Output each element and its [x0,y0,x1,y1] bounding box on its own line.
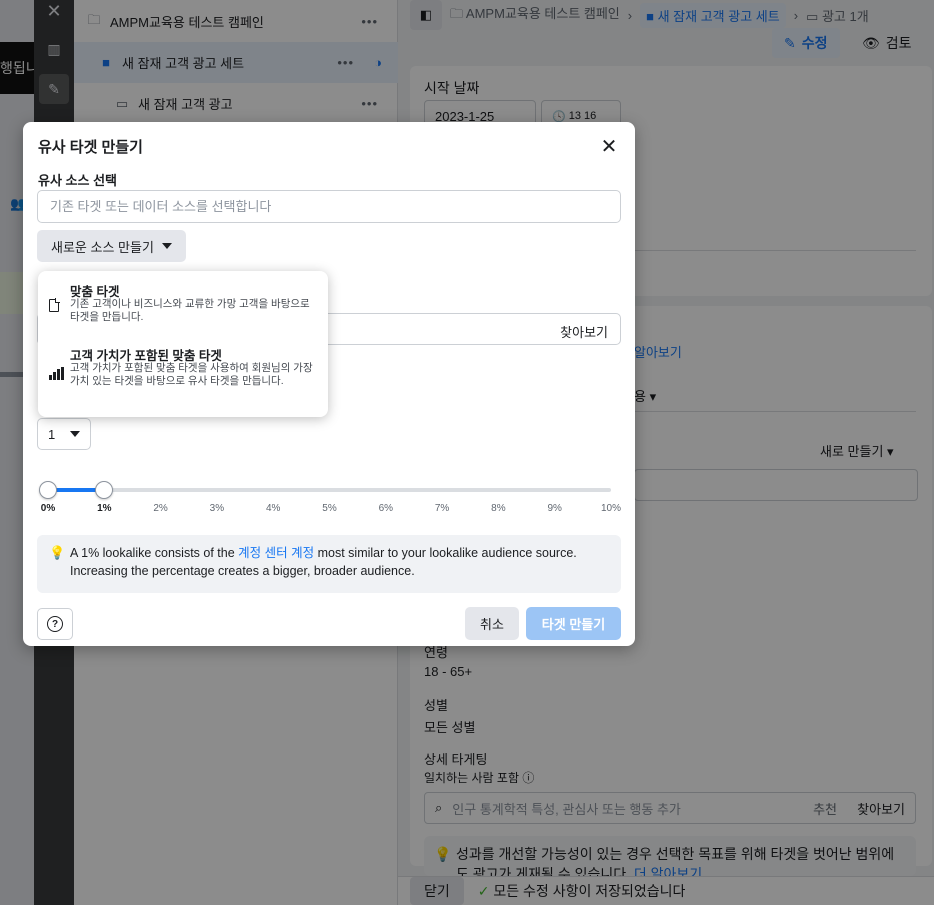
slider-thumb-end[interactable] [95,481,114,499]
source-input[interactable] [37,190,621,223]
slider-ticks: 0% 1% 2% 3% 4% 5% 6% 7% 8% 9% 10% [41,503,621,517]
slider-tick-label: 10% [600,503,622,514]
info-box: 💡 A 1% lookalike consists of the 계정 센터 계… [37,535,621,593]
slider-tick-label: 4% [265,503,281,514]
bar-chart-icon [49,367,64,380]
slider-tick-label: 6% [378,503,394,514]
document-icon [49,298,60,312]
slider-tick-label: 1% [97,503,112,514]
slider-tick-label: 8% [491,503,506,514]
slider-tick-label: 2% [153,503,168,514]
accounts-center-link[interactable]: 계정 센터 계정 [238,546,314,560]
slider-tick-label: 3% [209,503,225,514]
help-button[interactable]: ? [37,608,73,640]
cancel-button[interactable]: 취소 [465,607,519,640]
menu-item-value-audience[interactable]: 고객 가치가 포함된 맞춤 타겟 고객 가치가 포함된 맞춤 타겟을 사용하여 … [38,343,328,409]
new-source-label: 새로운 소스 만들기 [51,239,154,255]
slider-track [48,488,611,492]
question-icon: ? [47,616,63,632]
audience-count-select[interactable]: 1 [37,418,91,450]
new-source-menu: 맞춤 타겟 기존 고객이나 비즈니스와 교류한 가망 고객을 바탕으로 타겟을 … [38,271,328,417]
slider-tick-label: 9% [547,503,562,514]
slider-tick-label: 5% [322,503,337,514]
menu-item-description: 고객 가치가 포함된 맞춤 타겟을 사용하여 회원님의 가장 가치 있는 타겟을… [70,362,313,387]
location-browse-button[interactable]: 찾아보기 [560,322,608,341]
source-label: 유사 소스 선택 [38,173,117,188]
caret-down-icon [161,243,172,249]
info-text-pre: A 1% lookalike consists of the [70,546,235,560]
caret-down-icon [70,431,80,437]
lightbulb-icon: 💡 [49,545,66,560]
modal-title: 유사 타겟 만들기 [38,139,143,156]
menu-item-description: 기존 고객이나 비즈니스와 교류한 가망 고객을 바탕으로 타겟을 만듭니다. [70,298,310,323]
new-source-button[interactable]: 새로운 소스 만들기 [37,230,186,262]
info-text: A 1% lookalike consists of the 계정 센터 계정 … [70,544,610,580]
audience-count-value: 1 [48,426,56,442]
close-icon[interactable]: ✕ [597,134,621,158]
slider-tick-label: 0% [40,503,56,514]
slider-thumb-start[interactable] [39,481,57,499]
create-audience-button[interactable]: 타겟 만들기 [526,607,621,640]
slider-tick-label: 7% [434,503,450,514]
menu-item-custom-audience[interactable]: 맞춤 타겟 기존 고객이나 비즈니스와 교류한 가망 고객을 바탕으로 타겟을 … [38,279,328,339]
